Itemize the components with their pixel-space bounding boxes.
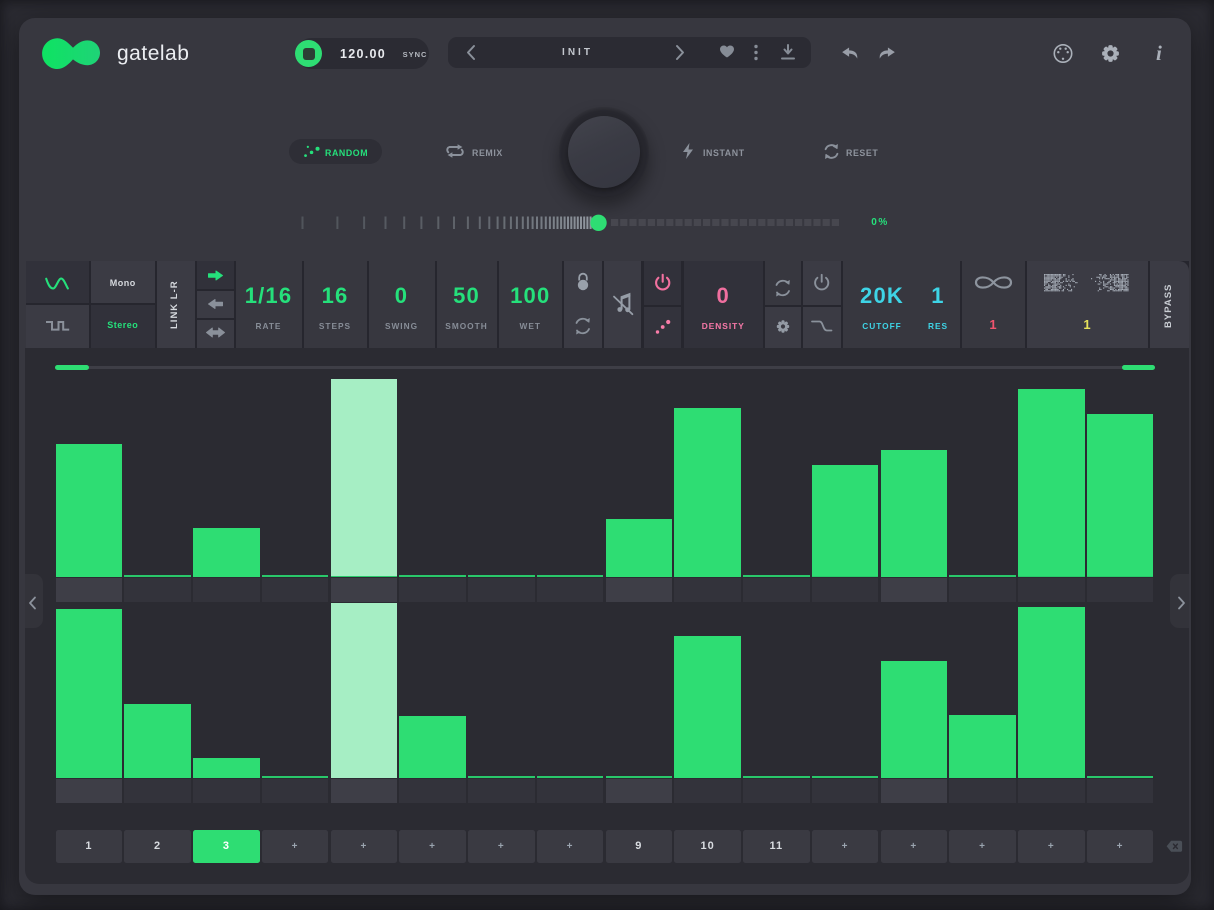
svg-text:i: i [1156,41,1162,65]
